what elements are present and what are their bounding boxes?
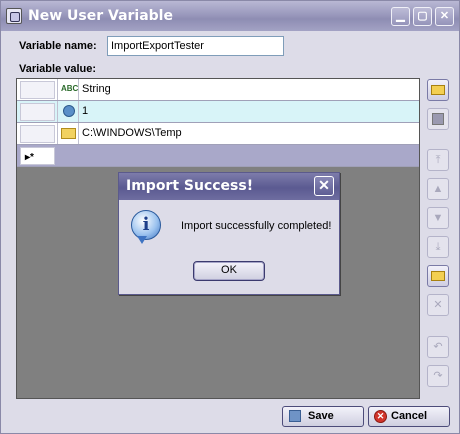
redo-icon: ↷ [433,370,443,382]
cancel-button[interactable]: ✕ Cancel [368,406,450,427]
row-selector[interactable] [20,103,55,121]
row-selector[interactable] [20,125,55,143]
variable-name-label: Variable name: [19,40,97,52]
variable-value-label: Variable value: [19,63,97,75]
grid-row[interactable]: ABC String [17,79,419,101]
dialog-title-bar[interactable]: Import Success! ✕ [119,173,339,200]
grid-row[interactable]: 1 [17,101,419,123]
move-down-button[interactable]: ▼ [427,207,449,229]
gear-number-icon [63,105,75,117]
save-button-label: Save [308,410,334,422]
type-cell[interactable] [57,123,79,144]
dialog-close-button[interactable]: ✕ [314,176,334,196]
new-row-marker: ▸* [25,152,34,163]
move-top-icon: ⤒ [435,154,441,166]
row-selector[interactable]: ▸* [20,147,55,165]
cancel-button-label: Cancel [391,410,428,422]
cancel-icon: ✕ [374,410,387,423]
variable-name-input[interactable] [107,36,284,56]
save-button[interactable]: Save [282,406,364,427]
import-success-dialog: Import Success! ✕ i Import successfully … [118,172,340,295]
undo-icon: ↶ [433,341,443,353]
row-selector[interactable] [20,81,55,99]
dialog-title: Import Success! [126,178,254,194]
move-bottom-icon: ⤓ [435,241,441,253]
delete-button[interactable]: ✕ [427,294,449,316]
redo-button[interactable]: ↷ [427,365,449,387]
title-bar[interactable]: New User Variable ▁ ▢ ✕ [1,1,459,31]
close-button[interactable]: ✕ [435,7,454,26]
folder-path-icon [61,128,76,139]
move-up-button[interactable]: ▲ [427,178,449,200]
maximize-button[interactable]: ▢ [413,7,432,26]
move-bottom-button[interactable]: ⤓ [427,236,449,258]
grid-row[interactable]: C:\WINDOWS\Temp [17,123,419,145]
move-top-button[interactable]: ⤒ [427,149,449,171]
type-cell[interactable]: ABC [57,79,79,100]
import-folder-button[interactable] [427,265,449,287]
window-title: New User Variable [28,8,173,24]
save-icon [289,410,301,422]
new-row[interactable]: ▸* [17,145,419,167]
type-cell[interactable] [57,101,79,122]
folder-open-icon [431,85,445,95]
open-folder-button[interactable] [427,79,449,101]
new-user-variable-window: New User Variable ▁ ▢ ✕ Variable name: V… [0,0,460,434]
info-icon-tail [137,236,147,244]
disk-icon [432,113,444,125]
delete-x-icon: ✕ [433,299,443,311]
value-cell[interactable]: String [82,83,111,95]
value-cell[interactable]: 1 [82,105,88,117]
move-up-icon: ▲ [432,183,444,195]
ok-button[interactable]: OK [193,261,265,281]
value-cell[interactable]: C:\WINDOWS\Temp [82,127,182,139]
minimize-button[interactable]: ▁ [391,7,410,26]
undo-button[interactable]: ↶ [427,336,449,358]
abc-string-icon: ABC [61,84,79,93]
folder-icon [431,271,445,281]
move-down-icon: ▼ [432,212,444,224]
save-disk-button[interactable] [427,108,449,130]
window-icon [6,8,22,24]
dialog-message: Import successfully completed! [181,220,332,232]
